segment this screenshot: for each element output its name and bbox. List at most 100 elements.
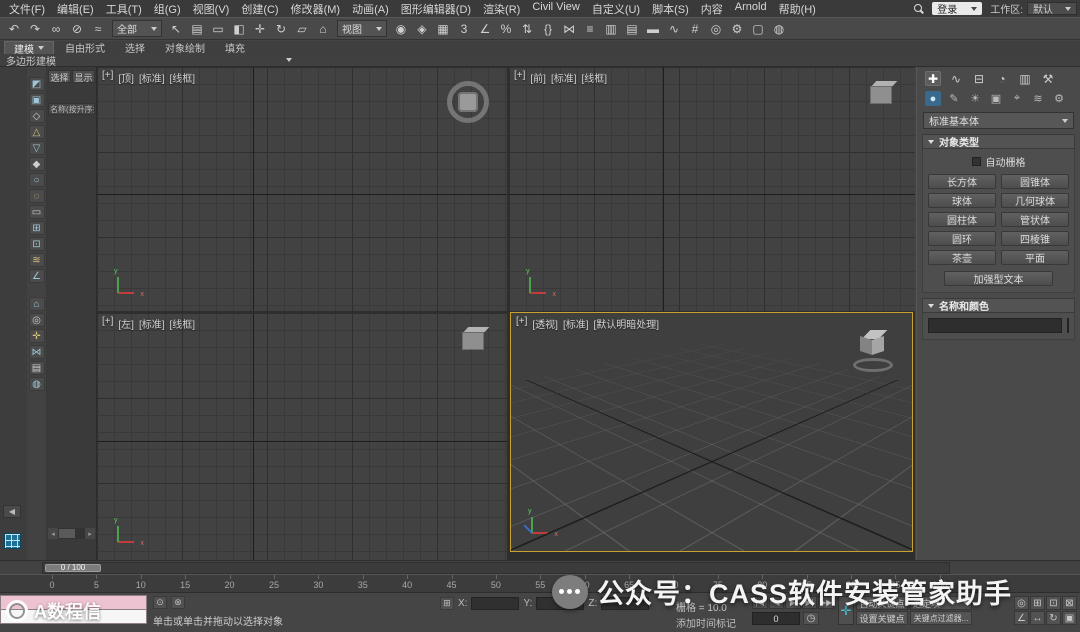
systems-category-icon[interactable]: ⚙ [1051, 91, 1067, 106]
auto-key-button[interactable]: 自动关键点 [856, 596, 908, 610]
align-icon[interactable]: ≡ [580, 19, 600, 38]
menu-item[interactable]: 图形编辑器(D) [395, 0, 477, 18]
viewcube[interactable] [459, 325, 491, 353]
viewport-menu-shading[interactable]: [线框] [582, 70, 608, 85]
left-tool-icon[interactable]: ∠ [29, 269, 45, 283]
ribbon-toggle-icon[interactable]: ▬ [643, 19, 663, 38]
viewport-menu-style[interactable]: [标准] [551, 70, 577, 85]
hierarchy-tab-icon[interactable]: ⊟ [971, 71, 987, 86]
next-frame-icon[interactable]: ▶| [802, 596, 818, 609]
menu-item[interactable]: 内容 [695, 0, 729, 18]
viewport-top[interactable]: [+] [顶] [标准] [线框] x y [97, 67, 507, 311]
keyboard-override-icon[interactable]: ▦ [433, 19, 453, 38]
zoom-region-icon[interactable]: ⊠ [1062, 596, 1077, 610]
left-tool-icon[interactable]: ⋈ [29, 345, 45, 359]
viewcube[interactable] [852, 329, 898, 373]
curve-editor-icon[interactable]: ∿ [664, 19, 684, 38]
window-crossing-icon[interactable]: ◧ [229, 19, 249, 38]
geometry-category-icon[interactable]: ● [925, 91, 941, 106]
fov-icon[interactable]: ∠ [1014, 611, 1029, 625]
isolate-selection-icon[interactable]: ⊙ [153, 596, 167, 609]
render-production-icon[interactable]: ◍ [769, 19, 789, 38]
left-tool-icon[interactable]: ○ [29, 173, 45, 187]
primitive-button[interactable]: 几何球体 [1001, 193, 1069, 208]
select-by-name-icon[interactable]: ▤ [187, 19, 207, 38]
track-bar-ruler[interactable]: 0510152025303540455055606570758085909510… [0, 574, 1080, 593]
menu-item[interactable]: 视图(V) [187, 0, 236, 18]
viewport-left[interactable]: [+] [左] [标准] [线框] x y [97, 313, 507, 560]
cameras-category-icon[interactable]: ▣ [988, 91, 1004, 106]
left-tool-icon[interactable]: △ [29, 125, 45, 139]
select-rotate-icon[interactable]: ↻ [271, 19, 291, 38]
primitive-button[interactable]: 圆柱体 [928, 212, 996, 227]
menu-item[interactable]: 编辑(E) [51, 0, 100, 18]
maximize-viewport-icon[interactable]: ▣ [1062, 611, 1077, 625]
menu-item[interactable]: 修改器(M) [285, 0, 347, 18]
viewport-menu-style[interactable]: [标准] [139, 70, 165, 85]
select-object-icon[interactable]: ↖ [166, 19, 186, 38]
time-config-icon[interactable]: ◷ [803, 612, 819, 625]
set-key-mode-button[interactable]: 设置关键点 [856, 611, 908, 625]
selection-lock-icon[interactable]: ⊗ [171, 596, 185, 609]
subcategory-dropdown[interactable]: 标准基本体 [923, 112, 1074, 129]
create-tab-icon[interactable]: ✚ [925, 71, 941, 86]
z-coordinate-field[interactable] [601, 597, 649, 610]
menu-item[interactable]: 文件(F) [3, 0, 51, 18]
collapse-arrow-icon[interactable]: ◀ [3, 505, 21, 518]
viewport-front[interactable]: [+] [前] [标准] [线框] x y [509, 67, 915, 311]
lights-category-icon[interactable]: ☀ [967, 91, 983, 106]
viewport-menu-general[interactable]: [+] [514, 70, 525, 85]
menu-item[interactable]: 组(G) [148, 0, 187, 18]
left-tool-icon[interactable]: ◆ [29, 157, 45, 171]
pan-icon[interactable]: ↔ [1030, 611, 1045, 625]
viewport-menu-style[interactable]: [标准] [139, 316, 165, 331]
viewport-men-style[interactable]: [标准] [563, 316, 589, 331]
utilities-tab-icon[interactable]: ⚒ [1040, 71, 1056, 86]
mirror-icon[interactable]: ⋈ [559, 19, 579, 38]
material-editor-icon[interactable]: ◎ [706, 19, 726, 38]
left-tool-icon[interactable]: ◍ [29, 377, 45, 391]
left-tool-icon[interactable]: ◌ [29, 189, 45, 203]
spinner-snap-icon[interactable]: ⇅ [517, 19, 537, 38]
play-icon[interactable]: ▶ [785, 596, 801, 609]
explorer-sort-header[interactable]: 名称(按升序排序) [48, 103, 95, 115]
rollout-header[interactable]: 对象类型 [922, 134, 1075, 149]
select-place-icon[interactable]: ⌂ [313, 19, 333, 38]
zoom-icon[interactable]: ◎ [1014, 596, 1029, 610]
named-selection-sets-icon[interactable]: {} [538, 19, 558, 38]
menu-item[interactable]: 动画(A) [346, 0, 395, 18]
viewport-menu-shading[interactable]: [线框] [170, 316, 196, 331]
snap-toggle-3d-icon[interactable]: 3 [454, 19, 474, 38]
left-tool-icon[interactable]: ◇ [29, 109, 45, 123]
y-coordinate-field[interactable] [536, 597, 584, 610]
login-dropdown[interactable]: 登录 [932, 2, 982, 15]
unlink-icon[interactable]: ⊘ [67, 19, 87, 38]
maxscript-macro-pane[interactable] [0, 595, 147, 610]
ribbon-tab[interactable]: 自由形式 [56, 41, 114, 54]
left-tool-icon[interactable]: ⌂ [29, 297, 45, 311]
menu-item[interactable]: Arnold [729, 0, 773, 18]
shapes-category-icon[interactable]: ✎ [946, 91, 962, 106]
workspace-dropdown[interactable]: 默认 [1027, 2, 1077, 15]
left-tool-icon[interactable]: ▣ [29, 93, 45, 107]
scene-explorer-toggle-icon[interactable]: ▥ [601, 19, 621, 38]
viewport-menu-general[interactable]: [+] [516, 316, 527, 331]
orbit-icon[interactable]: ↻ [1046, 611, 1061, 625]
primitive-button[interactable]: 四棱锥 [1001, 231, 1069, 246]
display-tab-icon[interactable]: ▥ [1017, 71, 1033, 86]
menu-item[interactable]: 工具(T) [100, 0, 148, 18]
menu-item[interactable]: 渲染(R) [477, 0, 526, 18]
coord-system-dropdown[interactable]: 视图 [337, 20, 387, 37]
left-tool-icon[interactable]: ◎ [29, 313, 45, 327]
explorer-hscrollbar[interactable]: ◂ ▸ [48, 528, 95, 539]
select-link-icon[interactable]: ∞ [46, 19, 66, 38]
rollout-header[interactable]: 名称和颜色 [922, 298, 1075, 313]
scroll-left-icon[interactable]: ◂ [48, 528, 58, 539]
schematic-view-icon[interactable]: # [685, 19, 705, 38]
x-coordinate-field[interactable] [471, 597, 519, 610]
percent-snap-icon[interactable]: % [496, 19, 516, 38]
primitive-button[interactable]: 圆锥体 [1001, 174, 1069, 189]
scrollbar-thumb[interactable] [59, 529, 75, 538]
select-move-icon[interactable]: ✛ [250, 19, 270, 38]
menu-item[interactable]: 帮助(H) [773, 0, 822, 18]
